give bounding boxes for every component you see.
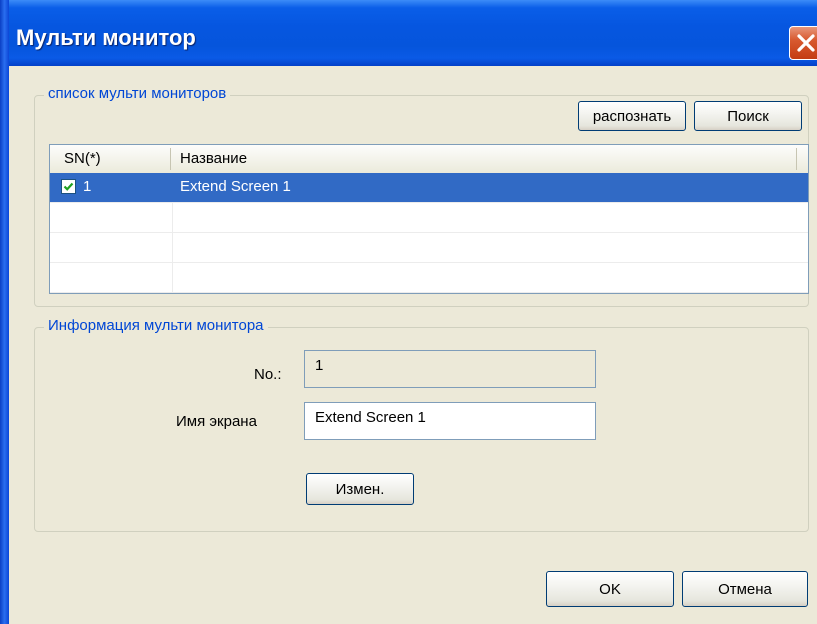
screen-name-input[interactable]: Extend Screen 1 xyxy=(304,402,596,440)
screen-name-label: Имя экрана xyxy=(176,413,257,430)
column-header-name[interactable]: Название xyxy=(180,150,247,167)
detect-button[interactable]: распознать xyxy=(578,101,686,131)
change-button[interactable]: Измен. xyxy=(306,473,414,505)
row-sn: 1 xyxy=(83,178,92,195)
screen-name-value: Extend Screen 1 xyxy=(315,409,426,426)
window-border xyxy=(0,0,9,624)
number-value: 1 xyxy=(315,357,324,374)
ok-button-label: OK xyxy=(599,581,621,598)
cancel-button[interactable]: Отмена xyxy=(682,571,808,607)
row-checkbox[interactable] xyxy=(61,179,76,194)
table-row[interactable]: 1 Extend Screen 1 xyxy=(50,173,808,203)
close-button[interactable] xyxy=(789,26,817,60)
column-gridline xyxy=(172,203,173,293)
monitor-list-group-title: список мульти мониторов xyxy=(44,85,231,102)
column-header-sn[interactable]: SN(*) xyxy=(64,150,101,167)
window-title: Мульти монитор xyxy=(16,25,196,50)
cancel-button-label: Отмена xyxy=(718,581,772,598)
number-field: 1 xyxy=(304,350,596,388)
table-row-empty xyxy=(50,263,808,293)
table-header: SN(*) Название xyxy=(50,145,808,174)
change-button-label: Измен. xyxy=(335,481,385,498)
title-bar: Мульти монитор xyxy=(0,0,817,66)
table-row-empty xyxy=(50,203,808,233)
column-separator[interactable] xyxy=(170,148,171,170)
column-separator[interactable] xyxy=(796,148,797,170)
number-label: No.: xyxy=(254,366,282,383)
row-name: Extend Screen 1 xyxy=(180,178,291,195)
table-row-empty xyxy=(50,233,808,263)
close-icon xyxy=(797,34,815,52)
detect-button-label: распознать xyxy=(592,108,672,125)
monitor-info-group-title: Информация мульти монитора xyxy=(44,317,268,334)
search-button-label: Поиск xyxy=(727,108,769,125)
search-button[interactable]: Поиск xyxy=(694,101,802,131)
ok-button[interactable]: OK xyxy=(546,571,674,607)
checkmark-icon xyxy=(63,182,74,191)
monitor-list-table[interactable]: SN(*) Название 1 Extend Screen 1 xyxy=(49,144,809,294)
